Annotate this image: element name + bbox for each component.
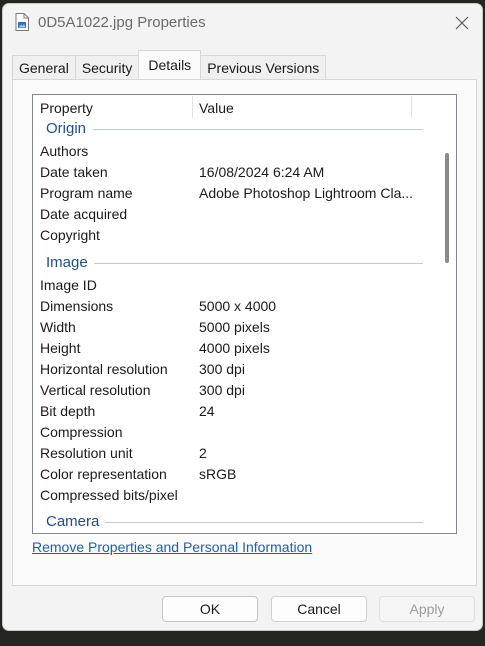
group-header-image: Image bbox=[33, 251, 433, 275]
list-item[interactable]: Copyright bbox=[33, 224, 433, 245]
list-item[interactable]: Program name Adobe Photoshop Lightroom C… bbox=[33, 182, 433, 203]
window-title: 0D5A1022.jpg Properties bbox=[38, 14, 206, 31]
jpg-file-icon bbox=[15, 13, 29, 31]
property-name: Image ID bbox=[40, 277, 97, 293]
vertical-scrollbar[interactable] bbox=[440, 95, 456, 533]
property-value: 5000 x 4000 bbox=[199, 298, 277, 314]
list-item[interactable]: Date acquired bbox=[33, 203, 433, 224]
property-name: Date acquired bbox=[40, 206, 128, 222]
cancel-button[interactable]: Cancel bbox=[271, 596, 367, 622]
property-name: Compression bbox=[40, 424, 123, 440]
ok-button[interactable]: OK bbox=[162, 596, 258, 622]
column-divider[interactable] bbox=[411, 96, 412, 118]
column-header-property[interactable]: Property bbox=[40, 100, 93, 116]
property-name: Vertical resolution bbox=[40, 382, 151, 398]
property-name: Resolution unit bbox=[40, 445, 133, 461]
column-header-value[interactable]: Value bbox=[199, 100, 234, 116]
group-header-camera: Camera bbox=[33, 510, 433, 533]
properties-dialog: 0D5A1022.jpg Properties General Security… bbox=[2, 3, 483, 631]
property-value: 5000 pixels bbox=[199, 319, 270, 335]
dialog-footer: OK Cancel Apply bbox=[3, 586, 482, 630]
close-button[interactable] bbox=[448, 10, 476, 38]
property-name: Authors bbox=[40, 143, 89, 159]
close-icon bbox=[455, 16, 469, 33]
group-divider bbox=[91, 263, 423, 264]
property-name: Dimensions bbox=[40, 298, 114, 314]
tab-general[interactable]: General bbox=[12, 55, 76, 79]
list-header: Property Value bbox=[33, 95, 456, 119]
list-item[interactable]: Date taken 16/08/2024 6:24 AM bbox=[33, 161, 433, 182]
scrollbar-thumb[interactable] bbox=[445, 153, 449, 263]
group-divider bbox=[93, 129, 423, 130]
list-item[interactable]: Color representation sRGB bbox=[33, 463, 433, 484]
tab-security[interactable]: Security bbox=[74, 55, 140, 79]
property-name: Program name bbox=[40, 185, 133, 201]
property-value: 16/08/2024 6:24 AM bbox=[199, 164, 325, 180]
property-value: 4000 pixels bbox=[199, 340, 270, 356]
group-title: Origin bbox=[46, 120, 93, 137]
group-header-origin: Origin bbox=[33, 117, 433, 141]
property-name: Height bbox=[40, 340, 81, 356]
property-name: Date taken bbox=[40, 164, 108, 180]
property-name: Copyright bbox=[40, 227, 100, 243]
title-bar: 0D5A1022.jpg Properties bbox=[3, 4, 482, 44]
property-value: 24 bbox=[199, 403, 215, 419]
group-title: Image bbox=[46, 254, 94, 271]
property-value: 300 dpi bbox=[199, 382, 245, 398]
list-item[interactable]: Bit depth 24 bbox=[33, 400, 433, 421]
tab-strip: General Security Details Previous Versio… bbox=[12, 50, 327, 79]
property-value: sRGB bbox=[199, 466, 237, 482]
remove-properties-link[interactable]: Remove Properties and Personal Informati… bbox=[32, 539, 312, 555]
properties-list[interactable]: Property Value Origin Authors Date taken… bbox=[32, 94, 457, 534]
group-title: Camera bbox=[46, 513, 106, 530]
list-item[interactable]: Width 5000 pixels bbox=[33, 316, 433, 337]
property-value: Adobe Photoshop Lightroom Cla... bbox=[199, 185, 414, 201]
tab-previous-versions[interactable]: Previous Versions bbox=[200, 55, 327, 79]
apply-button[interactable]: Apply bbox=[379, 596, 475, 622]
details-panel: Property Value Origin Authors Date taken… bbox=[12, 79, 477, 586]
list-item[interactable]: Dimensions 5000 x 4000 bbox=[33, 295, 433, 316]
list-item[interactable]: Authors bbox=[33, 140, 433, 161]
list-item[interactable]: Resolution unit 2 bbox=[33, 442, 433, 463]
list-item[interactable]: Vertical resolution 300 dpi bbox=[33, 379, 433, 400]
property-name: Color representation bbox=[40, 466, 167, 482]
list-item[interactable]: Height 4000 pixels bbox=[33, 337, 433, 358]
column-divider[interactable] bbox=[192, 96, 193, 118]
property-name: Width bbox=[40, 319, 76, 335]
list-item[interactable]: Compression bbox=[33, 421, 433, 442]
property-name: Horizontal resolution bbox=[40, 361, 168, 377]
property-value: 2 bbox=[199, 445, 207, 461]
list-item[interactable]: Image ID bbox=[33, 274, 433, 295]
property-value: 300 dpi bbox=[199, 361, 245, 377]
property-name: Compressed bits/pixel bbox=[40, 487, 178, 503]
list-item[interactable]: Compressed bits/pixel bbox=[33, 484, 433, 505]
list-item[interactable]: Horizontal resolution 300 dpi bbox=[33, 358, 433, 379]
group-divider bbox=[101, 522, 423, 523]
tab-details[interactable]: Details bbox=[138, 50, 202, 79]
property-name: Bit depth bbox=[40, 403, 96, 419]
